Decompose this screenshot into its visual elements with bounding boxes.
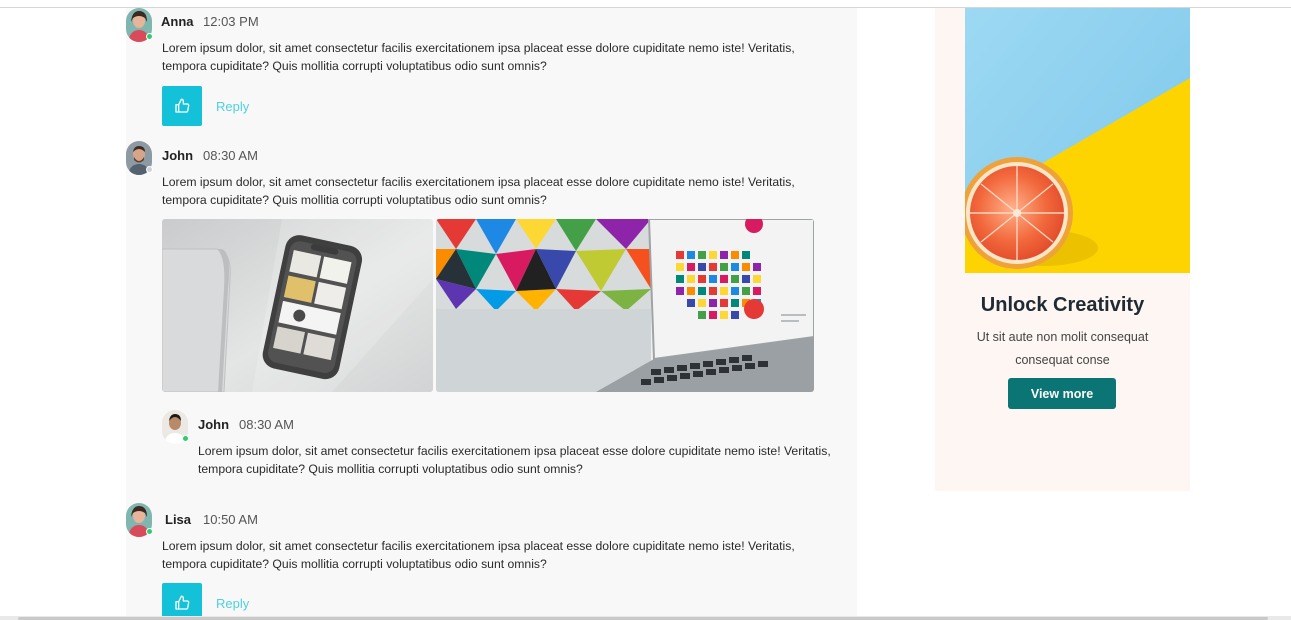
- thumbs-up-icon: [175, 595, 190, 610]
- comment-author[interactable]: Anna: [161, 14, 194, 29]
- offline-status-indicator: [146, 166, 153, 173]
- comment-author[interactable]: Lisa: [165, 512, 191, 527]
- promo-title: Unlock Creativity: [980, 294, 1145, 316]
- attached-photo[interactable]: [162, 219, 433, 392]
- promo-image: [965, 8, 1190, 273]
- promo-card: Unlock Creativity Ut sit aute non molit …: [935, 8, 1190, 491]
- comment-text: Lorem ipsum dolor, sit amet consectetur …: [162, 175, 795, 207]
- like-button[interactable]: [162, 86, 202, 126]
- comment-item: Anna 12:03 PM Lorem ipsum dolor, sit ame…: [126, 8, 857, 138]
- comment-time: 08:30 AM: [239, 417, 294, 432]
- like-button[interactable]: [162, 583, 202, 616]
- comments-feed: Anna 12:03 PM Lorem ipsum dolor, sit ame…: [126, 8, 857, 616]
- comment-time: 10:50 AM: [203, 512, 258, 527]
- comment-author[interactable]: John: [198, 417, 229, 432]
- online-status-indicator: [146, 528, 153, 535]
- comment-author[interactable]: John: [162, 148, 193, 163]
- online-status-indicator: [146, 33, 153, 40]
- thumbs-up-icon: [175, 98, 190, 113]
- comment-text: Lorem ipsum dolor, sit amet consectetur …: [162, 539, 795, 571]
- promo-subtitle: Ut sit aute non molit consequat consequa…: [976, 330, 1149, 367]
- comment-text: Lorem ipsum dolor, sit amet consectetur …: [162, 41, 795, 73]
- top-divider: [0, 0, 1291, 8]
- avatar[interactable]: [162, 410, 189, 444]
- avatar[interactable]: [126, 8, 153, 42]
- comment-time: 12:03 PM: [203, 14, 259, 29]
- attached-photo[interactable]: [436, 219, 814, 392]
- horizontal-scrollbar[interactable]: [0, 616, 1291, 620]
- reply-link[interactable]: Reply: [216, 99, 249, 114]
- comment-time: 08:30 AM: [203, 148, 258, 163]
- view-more-button[interactable]: View more: [1008, 378, 1116, 409]
- comment-text: Lorem ipsum dolor, sit amet consectetur …: [198, 444, 831, 476]
- nested-reply-item: John 08:30 AM Lorem ipsum dolor, sit ame…: [126, 408, 857, 488]
- reply-link[interactable]: Reply: [216, 596, 249, 611]
- comment-item: John 08:30 AM Lorem ipsum dolor, sit ame…: [126, 139, 857, 397]
- avatar[interactable]: [126, 503, 153, 537]
- avatar[interactable]: [126, 141, 153, 175]
- online-status-indicator: [182, 435, 189, 442]
- comment-item: Lisa 10:50 AM Lorem ipsum dolor, sit ame…: [126, 502, 857, 616]
